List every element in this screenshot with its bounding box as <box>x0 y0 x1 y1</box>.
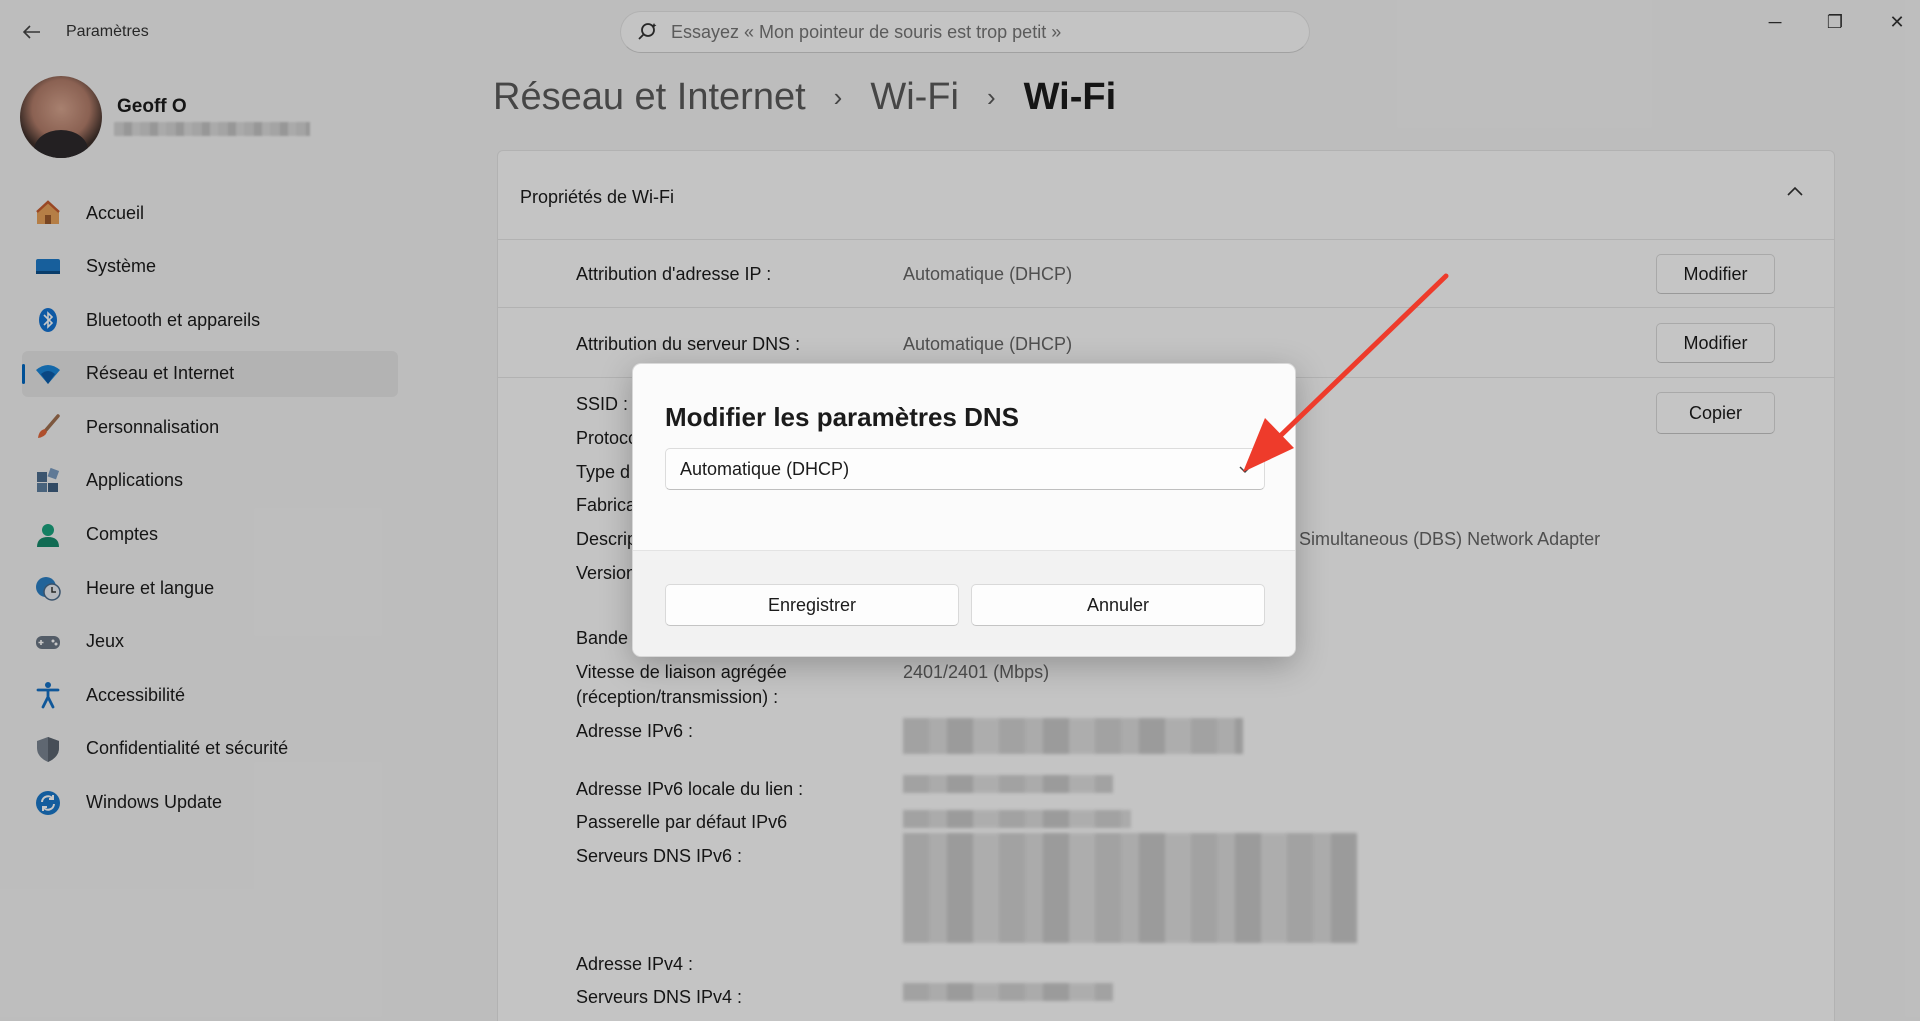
dialog-footer: Enregistrer Annuler <box>633 550 1295 656</box>
dialog-title: Modifier les paramètres DNS <box>665 402 1020 432</box>
dns-mode-selected-value: Automatique (DHCP) <box>680 459 850 479</box>
cancel-button[interactable]: Annuler <box>971 584 1265 626</box>
dns-settings-dialog: Modifier les paramètres DNS Automatique … <box>632 363 1296 657</box>
chevron-down-icon <box>1238 461 1252 477</box>
dns-mode-select[interactable]: Automatique (DHCP) <box>665 448 1265 490</box>
save-button[interactable]: Enregistrer <box>665 584 959 626</box>
